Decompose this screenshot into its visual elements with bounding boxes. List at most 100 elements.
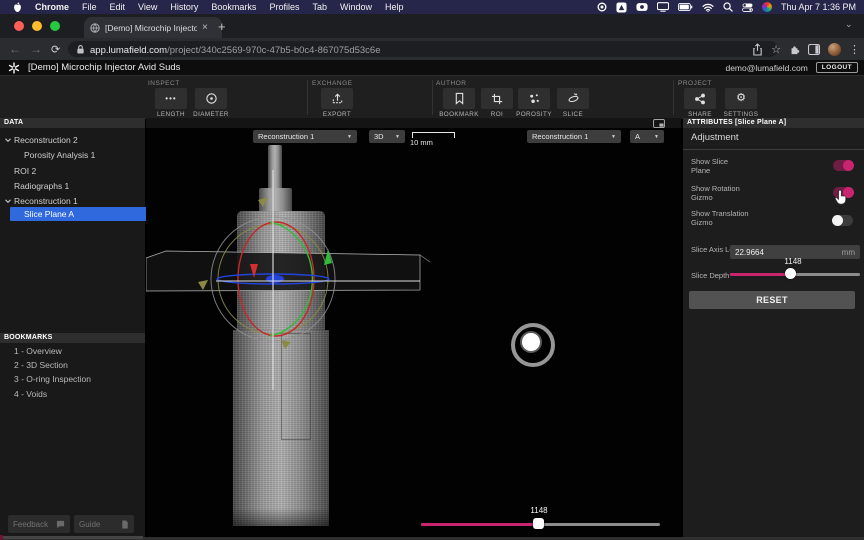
- apple-icon[interactable]: [13, 2, 22, 13]
- lock-icon[interactable]: [76, 44, 85, 55]
- new-tab-button[interactable]: +: [218, 21, 226, 33]
- bookmark-item-4[interactable]: 4 - Voids: [14, 389, 47, 399]
- avatar[interactable]: [828, 43, 841, 56]
- main-viewport[interactable]: Reconstruction 1▼ 3D▼ 10 mm Reconstructi…: [146, 118, 681, 540]
- toolbar-section-author: AUTHOR: [436, 80, 466, 87]
- control-center-icon[interactable]: [742, 3, 753, 12]
- wifi-icon[interactable]: [702, 3, 714, 12]
- slice-axis-length-unit: mm: [842, 248, 855, 257]
- user-email: demo@lumafield.com: [725, 63, 807, 73]
- menubar-item-bookmarks[interactable]: Bookmarks: [211, 2, 256, 12]
- roi-button[interactable]: [481, 88, 513, 109]
- guide-label: Guide: [79, 520, 100, 529]
- url-host: app.lumafield.com: [90, 45, 167, 56]
- divider: [673, 80, 674, 115]
- guide-button[interactable]: Guide: [74, 515, 134, 533]
- video-camera-icon[interactable]: [636, 2, 648, 12]
- slice-depth-panel-slider-knob[interactable]: [785, 268, 796, 279]
- share-button[interactable]: [684, 88, 716, 109]
- extensions-puzzle-icon[interactable]: [789, 44, 800, 55]
- window-zoom-button[interactable]: [50, 21, 60, 31]
- menubar-item-file[interactable]: File: [82, 2, 97, 12]
- tree-item-label: Reconstruction 2: [14, 135, 78, 145]
- slice-plane-3d: [146, 251, 430, 291]
- show-translation-gizmo-toggle[interactable]: [833, 215, 853, 226]
- tree-item-porosity-analysis-1[interactable]: Porosity Analysis 1: [0, 147, 169, 162]
- slice-axis-length-value: 22.9664: [735, 248, 764, 257]
- export-button[interactable]: [321, 88, 353, 109]
- slider-fill: [730, 273, 790, 276]
- menubar-clock[interactable]: Thu Apr 7 1:36 PM: [781, 2, 856, 12]
- tab-close-icon[interactable]: ×: [202, 23, 208, 33]
- menubar-item-help[interactable]: Help: [385, 2, 404, 12]
- menubar-item-tab[interactable]: Tab: [312, 2, 327, 12]
- attributes-panel-header: ATTRIBUTES [Slice Plane A]: [683, 118, 864, 128]
- tree-item-radiographs-1[interactable]: Radiographs 1: [0, 178, 159, 193]
- slice-label: SLICE: [547, 111, 599, 118]
- display-icon[interactable]: [657, 2, 669, 12]
- porosity-button[interactable]: [518, 88, 550, 109]
- user-switch-ball-icon[interactable]: [762, 2, 772, 12]
- toolbar-section-exchange: EXCHANGE: [312, 80, 352, 87]
- lumafield-logo-icon[interactable]: [8, 62, 20, 74]
- length-button[interactable]: •••: [155, 88, 187, 109]
- menubar-item-profiles[interactable]: Profiles: [269, 2, 299, 12]
- tab-search-chevron-icon[interactable]: ⌄: [845, 19, 853, 30]
- settings-label: SETTINGS: [715, 111, 767, 118]
- menubar-item-view[interactable]: View: [138, 2, 157, 12]
- menubar-item-history[interactable]: History: [170, 2, 198, 12]
- tree-item-reconstruction-2[interactable]: Reconstruction 2: [0, 132, 145, 147]
- camo-triangle-icon[interactable]: [616, 2, 627, 13]
- menubar-item-edit[interactable]: Edit: [110, 2, 126, 12]
- logout-button[interactable]: LOGOUT: [816, 62, 858, 73]
- share-page-icon[interactable]: [752, 43, 763, 56]
- settings-button[interactable]: ⚙: [725, 88, 757, 109]
- tab-title: [Demo] Microchip Injector Avid: [105, 23, 197, 33]
- bookmark-item-2[interactable]: 2 - 3D Section: [14, 360, 68, 370]
- slice-view-ring: [513, 325, 553, 365]
- bookmark-item-3[interactable]: 3 - O-ring Inspection: [14, 374, 91, 384]
- bookmark-star-icon[interactable]: ☆: [771, 43, 781, 56]
- show-slice-plane-label: Show Slice Plane: [691, 157, 749, 175]
- reload-icon[interactable]: ⟳: [51, 43, 60, 56]
- menubar-item-window[interactable]: Window: [340, 2, 372, 12]
- forward-icon[interactable]: →: [30, 42, 42, 56]
- slider-fill: [421, 523, 539, 526]
- show-slice-plane-toggle[interactable]: [833, 160, 853, 171]
- window-minimize-button[interactable]: [32, 21, 42, 31]
- chat-bubble-icon: [56, 520, 65, 529]
- bookmark-button[interactable]: [443, 88, 475, 109]
- menubar-item-chrome[interactable]: Chrome: [35, 2, 69, 12]
- show-rotation-gizmo-label: Show Rotation Gizmo: [691, 184, 749, 202]
- back-icon[interactable]: ←: [9, 42, 21, 56]
- slice-depth-slider-knob[interactable]: [533, 518, 544, 529]
- tree-item-reconstruction-1[interactable]: Reconstruction 1: [0, 193, 145, 208]
- url-bar[interactable]: app.lumafield.com/project/340c2569-970c-…: [68, 41, 778, 57]
- slice-button[interactable]: [557, 88, 589, 109]
- window-close-button[interactable]: [14, 21, 24, 31]
- porosity-icon: [528, 92, 541, 105]
- tree-item-slice-plane-a-selected[interactable]: Slice Plane A: [10, 207, 158, 221]
- attributes-panel: ATTRIBUTES [Slice Plane A] Adjustment Sh…: [683, 118, 864, 540]
- chevron-down-icon[interactable]: [4, 197, 14, 205]
- feedback-button[interactable]: Feedback: [8, 515, 70, 533]
- record-icon[interactable]: [597, 2, 607, 12]
- export-icon: [331, 92, 344, 105]
- spotlight-search-icon[interactable]: [723, 2, 733, 12]
- tree-item-roi-2[interactable]: ROI 2: [0, 163, 159, 178]
- bookmark-item-1[interactable]: 1 - Overview: [14, 346, 62, 356]
- tree-item-label: Reconstruction 1: [14, 196, 78, 206]
- kebab-menu-icon[interactable]: ⋮: [849, 43, 860, 56]
- reset-button[interactable]: RESET: [689, 291, 855, 309]
- divider: [307, 80, 308, 115]
- chevron-down-icon[interactable]: [4, 136, 14, 144]
- data-sidebar: DATA Reconstruction 2 Porosity Analysis …: [0, 118, 145, 540]
- export-label: EXPORT: [311, 111, 363, 118]
- adjustment-section-title: Adjustment: [691, 132, 739, 143]
- gizmo-overlay[interactable]: [146, 118, 681, 540]
- mouse-cursor-hand: [834, 190, 848, 210]
- browser-tab[interactable]: [Demo] Microchip Injector Avid ×: [84, 17, 222, 38]
- diameter-button[interactable]: [195, 88, 227, 109]
- side-panel-icon[interactable]: [808, 44, 820, 55]
- battery-icon: [678, 3, 693, 11]
